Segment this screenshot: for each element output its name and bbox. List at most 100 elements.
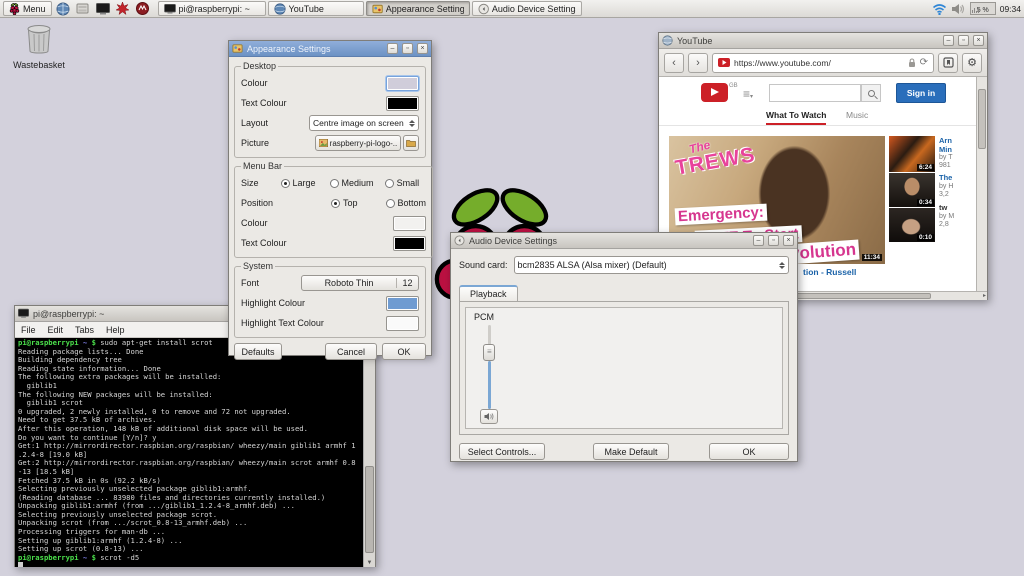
sound-card-dropdown[interactable]: bcm2835 ALSA (Alsa mixer) (Default)	[513, 256, 789, 274]
maximize-button[interactable]: ▫	[768, 235, 779, 246]
defaults-button[interactable]: Defaults	[234, 343, 282, 360]
vertical-scrollbar[interactable]	[976, 77, 987, 291]
clock[interactable]: 09:34	[1000, 4, 1021, 14]
audio-settings-window: Audio Device Settings – ▫ × Sound card: …	[450, 232, 798, 462]
size-radio-large[interactable]: Large	[280, 178, 316, 188]
forward-button[interactable]: ›	[688, 52, 708, 73]
menubar-group: Menu Bar Size Large Medium Small Positio…	[234, 161, 434, 258]
search-input[interactable]	[769, 84, 861, 102]
back-button[interactable]: ‹	[664, 52, 684, 73]
reload-icon[interactable]: ⟳	[920, 57, 928, 68]
side-video-2-info[interactable]: The by H 3,2	[939, 174, 977, 199]
file-manager-launcher[interactable]	[74, 1, 92, 17]
font-label: Font	[241, 278, 260, 288]
size-radio-medium[interactable]: Medium	[329, 178, 374, 188]
taskbar-task-terminal[interactable]: pi@raspberrypi: ~	[157, 1, 266, 16]
audio-titlebar[interactable]: Audio Device Settings – ▫ ×	[451, 233, 797, 249]
search-button[interactable]	[861, 84, 881, 102]
terminal-task-icon	[163, 3, 176, 14]
terminal-launcher[interactable]	[94, 1, 112, 17]
highlight-colour-swatch[interactable]	[386, 295, 419, 311]
layout-dropdown[interactable]: Centre image on screen	[309, 115, 419, 131]
close-button[interactable]: ×	[783, 235, 794, 246]
file-manager-icon	[76, 3, 89, 14]
menu-button[interactable]: Menu	[3, 1, 52, 16]
picture-button[interactable]: raspberry-pi-logo-...	[315, 135, 401, 151]
ok-button[interactable]: OK	[382, 343, 426, 360]
highlight-text-colour-label: Highlight Text Colour	[241, 318, 324, 328]
menu-file[interactable]: File	[21, 325, 36, 335]
main-video-title[interactable]: tion - Russell	[803, 267, 856, 277]
hamburger-menu[interactable]: ≡▾	[743, 87, 753, 101]
highlight-text-colour-swatch[interactable]	[386, 315, 419, 331]
side-video-3-duration: 0:10	[916, 234, 934, 241]
close-button[interactable]: ×	[417, 43, 428, 54]
terminal-scrollbar[interactable]: ▲ ▼	[363, 338, 375, 567]
menubar-colour-swatch[interactable]	[393, 215, 427, 231]
font-button[interactable]: Roboto Thin 12	[301, 275, 419, 291]
ok-button[interactable]: OK	[709, 443, 789, 460]
pcm-channel-label: PCM	[474, 312, 494, 322]
youtube-logo[interactable]	[701, 83, 728, 102]
menu-edit[interactable]: Edit	[48, 325, 64, 335]
audio-window-icon	[454, 235, 465, 246]
minimize-button[interactable]: –	[387, 43, 398, 54]
settings-button[interactable]: ⚙	[962, 52, 982, 73]
picture-browse-button[interactable]	[403, 135, 419, 151]
radio-selected-icon	[280, 178, 290, 188]
cancel-button[interactable]: Cancel	[325, 343, 377, 360]
side-video-2-duration: 0:34	[916, 199, 934, 206]
radio-icon	[384, 178, 394, 188]
lock-icon	[908, 57, 915, 67]
side-video-1-info[interactable]: Arn Min by T 981	[939, 137, 977, 170]
pcm-slider-handle[interactable]	[483, 344, 495, 361]
menubar-text-colour-swatch[interactable]	[393, 235, 427, 251]
close-button[interactable]: ×	[973, 35, 984, 46]
youtube-window-title: YouTube	[677, 35, 713, 46]
taskbar-task-audio[interactable]: Audio Device Settings	[471, 1, 582, 16]
wifi-icon[interactable]	[932, 3, 947, 15]
appearance-window-icon	[232, 44, 243, 53]
size-radio-small[interactable]: Small	[384, 178, 419, 188]
youtube-favicon	[718, 58, 730, 67]
signin-button[interactable]: Sign in	[896, 83, 946, 103]
maximize-button[interactable]: ▫	[402, 43, 413, 54]
terminal-content[interactable]: pi@raspberrypi ~ $ sudo apt-get install …	[15, 338, 375, 567]
wolfram-launcher[interactable]	[134, 1, 152, 17]
side-video-3-thumb[interactable]: 0:10	[889, 208, 935, 242]
tab-playback[interactable]: Playback	[459, 285, 518, 301]
appearance-titlebar[interactable]: Appearance Settings – ▫ ×	[229, 41, 431, 57]
menu-help[interactable]: Help	[106, 325, 125, 335]
position-radio-bottom[interactable]: Bottom	[385, 198, 426, 208]
minimize-button[interactable]: –	[943, 35, 954, 46]
search-icon	[867, 89, 878, 100]
appearance-settings-window: Appearance Settings – ▫ × Desktop Colour…	[228, 40, 434, 360]
menu-tabs[interactable]: Tabs	[75, 325, 94, 335]
text-colour-label: Text Colour	[241, 98, 287, 108]
taskbar: Menu pi@raspberrypi: ~ YouTube Appearanc…	[0, 0, 1024, 18]
minimize-button[interactable]: –	[753, 235, 764, 246]
bookmark-button[interactable]	[938, 52, 958, 73]
tab-what-to-watch[interactable]: What To Watch	[766, 110, 827, 126]
desktop-text-colour-swatch[interactable]	[386, 95, 419, 111]
maximize-button[interactable]: ▫	[958, 35, 969, 46]
taskbar-task-youtube[interactable]: YouTube	[267, 1, 364, 16]
url-bar[interactable]: https://www.youtube.com/ ⟳	[712, 52, 934, 73]
mathematica-launcher[interactable]	[114, 1, 132, 17]
youtube-titlebar[interactable]: YouTube – ▫ ×	[659, 33, 987, 49]
tab-music[interactable]: Music	[846, 110, 868, 120]
make-default-button[interactable]: Make Default	[593, 443, 669, 460]
radio-selected-icon	[331, 198, 341, 208]
position-radio-top[interactable]: Top	[331, 198, 358, 208]
cpu-monitor[interactable]: 5 %	[969, 2, 996, 15]
volume-icon[interactable]	[951, 3, 966, 15]
side-video-3-info[interactable]: tw by M 2,8	[939, 204, 977, 229]
web-browser-launcher[interactable]	[54, 1, 72, 17]
desktop-colour-swatch[interactable]	[386, 75, 419, 91]
pcm-mute-button[interactable]	[480, 409, 498, 424]
side-video-1-thumb[interactable]: 6:24	[889, 136, 935, 172]
wastebasket-desktop-icon[interactable]: Wastebasket	[4, 24, 74, 70]
select-controls-button[interactable]: Select Controls...	[459, 443, 545, 460]
taskbar-task-appearance[interactable]: Appearance Settings	[365, 1, 470, 16]
side-video-2-thumb[interactable]: 0:34	[889, 173, 935, 207]
